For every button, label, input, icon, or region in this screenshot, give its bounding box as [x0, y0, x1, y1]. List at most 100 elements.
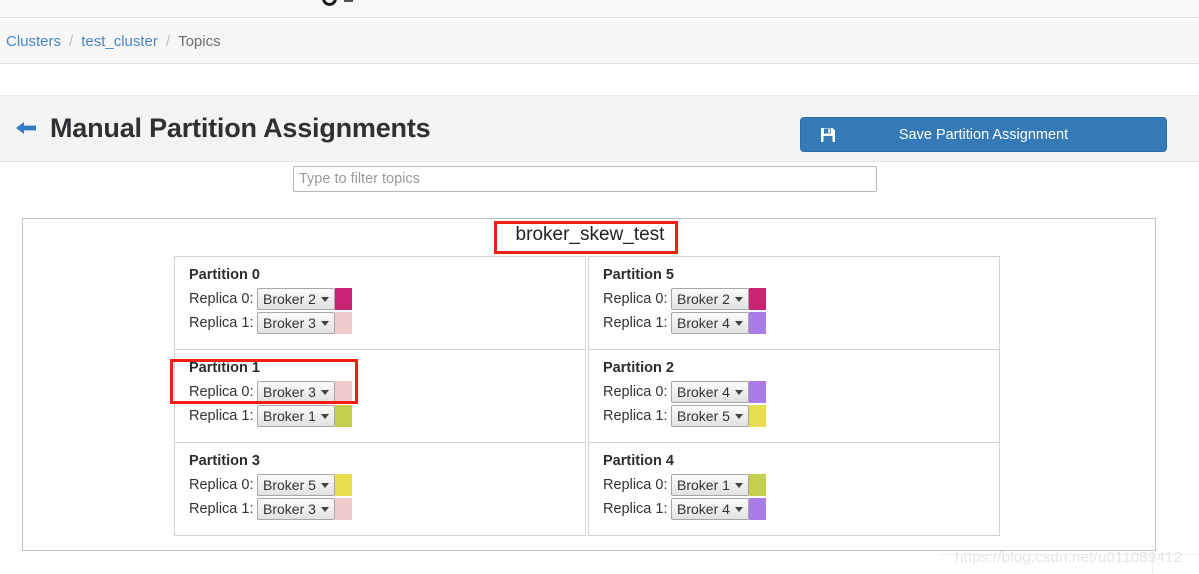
chevron-down-icon [735, 297, 743, 302]
topic-panel: broker_skew_test Partition 0 Replica 0: … [22, 218, 1156, 551]
broker-select-value: Broker 4 [677, 384, 730, 400]
partition-cell: Partition 2 Replica 0: Broker 4 Replica … [588, 349, 1000, 443]
chevron-down-icon [321, 390, 329, 395]
replica-label: Replica 0: [603, 384, 668, 400]
partitions-grid: Partition 0 Replica 0: Broker 2 Replica … [23, 256, 1157, 546]
broker-color-swatch [749, 498, 766, 520]
broker-color-swatch [749, 474, 766, 496]
replica-label: Replica 0: [189, 291, 254, 307]
partition-title: Partition 1 [189, 360, 260, 376]
partition-title: Partition 0 [189, 267, 260, 283]
save-button-label: Save Partition Assignment [898, 126, 1069, 143]
broker-select-value: Broker 1 [263, 408, 316, 424]
partitions-column-left: Partition 0 Replica 0: Broker 2 Replica … [174, 256, 586, 536]
chevron-down-icon [735, 483, 743, 488]
replica-label: Replica 1: [189, 408, 254, 424]
broker-select-value: Broker 3 [263, 501, 316, 517]
replica-row: Replica 0: Broker 2 [189, 287, 585, 311]
replica-row: Replica 1: Broker 4 [603, 311, 999, 335]
broker-color-swatch [749, 288, 766, 310]
chevron-down-icon [321, 321, 329, 326]
broker-color-swatch [335, 474, 352, 496]
broker-select[interactable]: Broker 1 [671, 474, 749, 496]
broker-select-value: Broker 1 [677, 477, 730, 493]
broker-select-value: Broker 5 [677, 408, 730, 424]
replica-label: Replica 1: [603, 501, 668, 517]
partition-title: Partition 4 [603, 453, 674, 469]
replica-label: Replica 0: [189, 384, 254, 400]
broker-select[interactable]: Broker 3 [257, 312, 335, 334]
partition-cell: Partition 0 Replica 0: Broker 2 Replica … [174, 256, 586, 350]
broker-select[interactable]: Broker 5 [671, 405, 749, 427]
broker-select[interactable]: Broker 3 [257, 381, 335, 403]
replica-label: Replica 1: [603, 315, 668, 331]
replica-label: Replica 0: [603, 477, 668, 493]
replica-row: Replica 1: Broker 4 [603, 497, 999, 521]
breadcrumb-item-topics: Topics [178, 32, 221, 50]
chevron-down-icon [735, 507, 743, 512]
breadcrumb-item-test-cluster[interactable]: test_cluster [81, 33, 158, 50]
partition-cell: Partition 3 Replica 0: Broker 5 Replica … [174, 442, 586, 536]
app-logo-icon [322, 0, 337, 6]
partition-cell: Partition 1 Replica 0: Broker 3 Replica … [174, 349, 586, 443]
page-root: Clusters / test_cluster / Topics Manual … [0, 0, 1199, 574]
broker-color-swatch [335, 312, 352, 334]
broker-select[interactable]: Broker 4 [671, 312, 749, 334]
chevron-down-icon [321, 483, 329, 488]
broker-color-swatch [749, 312, 766, 334]
watermark-text: https://blog.csdn.net/u011089412 [955, 549, 1183, 566]
page-title: Manual Partition Assignments [50, 113, 431, 143]
replica-label: Replica 1: [189, 501, 254, 517]
broker-color-swatch [335, 381, 352, 403]
chevron-down-icon [735, 321, 743, 326]
replica-row: Replica 0: Broker 4 [603, 380, 999, 404]
broker-select-value: Broker 5 [263, 477, 316, 493]
broker-color-swatch [749, 405, 766, 427]
broker-select-value: Broker 3 [263, 384, 316, 400]
topic-filter-input[interactable] [293, 166, 877, 192]
broker-select[interactable]: Broker 1 [257, 405, 335, 427]
replica-row: Replica 0: Broker 5 [189, 473, 585, 497]
replica-row: Replica 0: Broker 3 [189, 380, 585, 404]
replica-row: Replica 1: Broker 3 [189, 497, 585, 521]
partition-title: Partition 2 [603, 360, 674, 376]
broker-select-value: Broker 4 [677, 501, 730, 517]
broker-select[interactable]: Broker 5 [257, 474, 335, 496]
broker-color-swatch [749, 381, 766, 403]
broker-select-value: Broker 3 [263, 315, 316, 331]
chevron-down-icon [321, 414, 329, 419]
broker-color-swatch [335, 288, 352, 310]
broker-select[interactable]: Broker 4 [671, 381, 749, 403]
chevron-down-icon [344, 0, 353, 2]
chevron-down-icon [321, 507, 329, 512]
topic-name-heading: broker_skew_test [515, 224, 665, 245]
top-navbar-strip [0, 0, 1199, 18]
chevron-down-icon [735, 390, 743, 395]
arrow-left-icon[interactable] [15, 120, 37, 140]
partitions-column-right: Partition 5 Replica 0: Broker 2 Replica … [588, 256, 1000, 536]
partition-title: Partition 5 [603, 267, 674, 283]
save-floppy-icon [820, 127, 836, 143]
breadcrumb-item-clusters[interactable]: Clusters [6, 33, 61, 50]
replica-row: Replica 0: Broker 2 [603, 287, 999, 311]
replica-row: Replica 1: Broker 3 [189, 311, 585, 335]
save-partition-assignment-button[interactable]: Save Partition Assignment [800, 117, 1167, 152]
broker-select[interactable]: Broker 3 [257, 498, 335, 520]
broker-select[interactable]: Broker 4 [671, 498, 749, 520]
broker-select-value: Broker 2 [263, 291, 316, 307]
partition-cell: Partition 4 Replica 0: Broker 1 Replica … [588, 442, 1000, 536]
breadcrumb: Clusters / test_cluster / Topics [0, 19, 1199, 64]
replica-row: Replica 0: Broker 1 [603, 473, 999, 497]
breadcrumb-separator: / [69, 32, 74, 50]
replica-label: Replica 1: [189, 315, 254, 331]
chevron-down-icon [321, 297, 329, 302]
broker-color-swatch [335, 405, 352, 427]
partition-title: Partition 3 [189, 453, 260, 469]
replica-label: Replica 0: [603, 291, 668, 307]
broker-select[interactable]: Broker 2 [671, 288, 749, 310]
broker-select[interactable]: Broker 2 [257, 288, 335, 310]
partition-cell: Partition 5 Replica 0: Broker 2 Replica … [588, 256, 1000, 350]
replica-label: Replica 1: [603, 408, 668, 424]
breadcrumb-separator: / [165, 32, 171, 50]
broker-color-swatch [335, 498, 352, 520]
